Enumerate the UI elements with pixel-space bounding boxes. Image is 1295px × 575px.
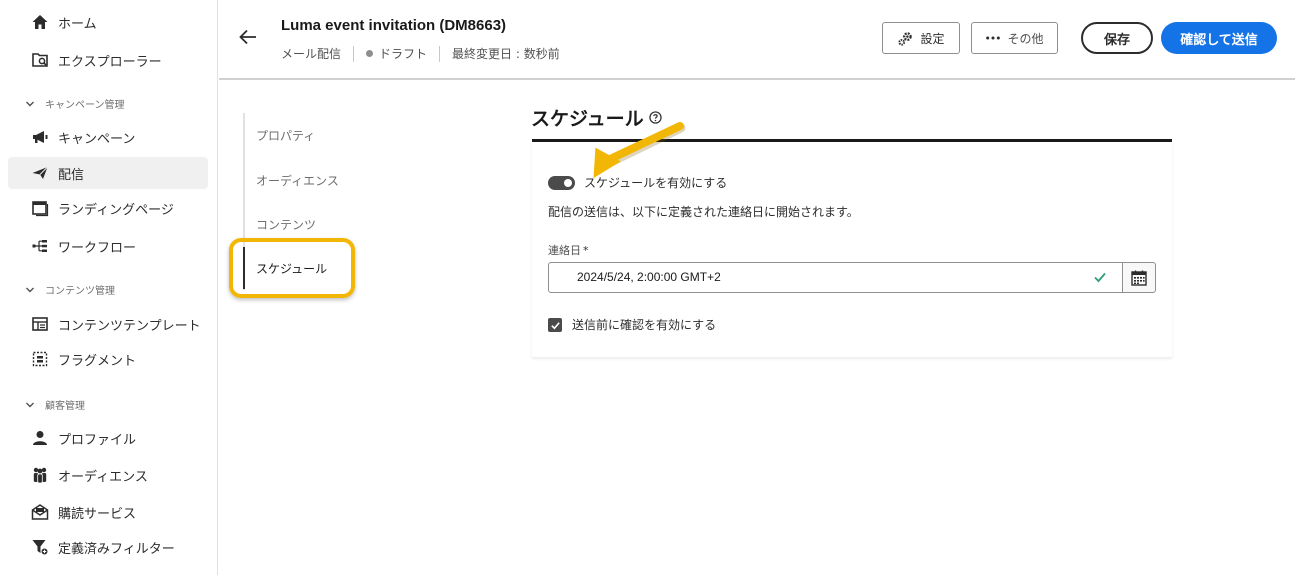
divider: [353, 45, 355, 62]
contact-date-input[interactable]: 2024/5/24, 2:00:00 GMT+2: [548, 262, 1123, 293]
workflow-icon: [31, 237, 49, 255]
fragment-icon: [31, 350, 49, 368]
chevron-down-icon: [25, 400, 35, 410]
sidebar-item-label: ワークフロー: [58, 240, 137, 256]
sidebar-item-audience[interactable]: オーディエンス: [8, 459, 208, 491]
schedule-description: 配信の送信は、以下に定義された連絡日に開始されます。: [548, 205, 859, 219]
sidebar-item-label: 配信: [58, 167, 85, 183]
contact-date-label: 連絡日 *: [548, 242, 589, 258]
calendar-button[interactable]: [1122, 262, 1156, 293]
section-title-text: スケジュール: [531, 108, 644, 130]
sidebar-item-label: 購読サービス: [58, 506, 137, 522]
sidebar-item-label: 定義済みフィルター: [58, 541, 175, 557]
step-active-indicator: [243, 247, 245, 289]
required-mark: *: [583, 244, 589, 257]
sidebar-item-home[interactable]: ホーム: [8, 6, 208, 38]
campaign-icon: [31, 128, 49, 146]
delivery-icon: [31, 164, 49, 182]
more-icon: [986, 36, 1001, 40]
section-campaign-management[interactable]: キャンペーン管理: [25, 96, 125, 111]
channel-label: メール配信: [281, 47, 342, 61]
sidebar-item-label: プロファイル: [58, 432, 137, 448]
settings-button[interactable]: 設定: [882, 22, 960, 54]
sidebar-item-label: オーディエンス: [58, 469, 148, 485]
calendar-icon: [1131, 270, 1147, 286]
header-subline: メール配信 ドラフト 最終変更日 : 数秒前: [281, 45, 560, 62]
subscription-icon: [31, 503, 49, 521]
sidebar-item-profile[interactable]: プロファイル: [8, 422, 208, 454]
confirm-before-send-checkbox[interactable]: [548, 318, 562, 332]
sidebar-item-landing-page[interactable]: ランディングページ: [8, 192, 208, 224]
section-label: キャンペーン管理: [45, 100, 125, 111]
home-icon: [31, 13, 49, 31]
confirm-before-send-label: 送信前に確認を有効にする: [572, 318, 717, 332]
header: Luma event invitation (DM8663) メール配信 ドラフ…: [219, 0, 1295, 80]
section-customer-management[interactable]: 顧客管理: [25, 397, 85, 412]
sidebar-item-delivery[interactable]: 配信: [8, 157, 208, 189]
checkmark-icon: [1094, 272, 1106, 283]
sidebar-item-fragment[interactable]: フラグメント: [8, 343, 208, 375]
more-button[interactable]: その他: [971, 22, 1058, 54]
schedule-toggle[interactable]: [548, 176, 575, 190]
explorer-icon: [31, 51, 49, 69]
page-title: Luma event invitation (DM8663): [281, 17, 507, 34]
sidebar-item-filter[interactable]: 定義済みフィルター: [8, 531, 208, 563]
landing-page-icon: [31, 199, 49, 217]
sidebar-item-label: ランディングページ: [58, 202, 174, 218]
status-dot: [366, 50, 374, 57]
settings-label: 設定: [920, 31, 945, 46]
checkmark-icon: [550, 321, 560, 329]
save-button[interactable]: 保存: [1081, 22, 1153, 54]
chevron-down-icon: [25, 285, 35, 295]
sidebar-item-subscription[interactable]: 購読サービス: [8, 496, 208, 528]
sidebar-item-content-template[interactable]: コンテンツテンプレート: [8, 308, 208, 340]
chevron-down-icon: [25, 99, 35, 109]
sidebar-item-label: ホーム: [58, 16, 97, 32]
step-audience[interactable]: オーディエンス: [256, 172, 339, 189]
section-label: 顧客管理: [45, 401, 85, 412]
sidebar-item-workflow[interactable]: ワークフロー: [8, 230, 208, 262]
step-properties[interactable]: プロパティ: [256, 127, 315, 144]
section-title: スケジュール: [531, 104, 662, 131]
sidebar-item-label: キャンペーン: [58, 131, 136, 147]
schedule-toggle-label: スケジュールを有効にする: [584, 176, 728, 190]
sidebar-item-label: コンテンツテンプレート: [58, 318, 201, 334]
help-icon[interactable]: [648, 111, 662, 124]
more-label: その他: [1007, 31, 1044, 46]
audience-icon: [31, 466, 49, 484]
step-content[interactable]: コンテンツ: [256, 216, 316, 233]
sidebar-item-explorer[interactable]: エクスプローラー: [8, 44, 208, 76]
filter-icon: [31, 538, 49, 556]
sidebar-item-campaign[interactable]: キャンペーン: [8, 121, 208, 153]
contact-date-label-text: 連絡日: [548, 244, 581, 257]
back-arrow-icon[interactable]: [237, 26, 259, 48]
review-and-send-button[interactable]: 確認して送信: [1161, 22, 1277, 54]
profile-icon: [31, 429, 49, 447]
step-schedule[interactable]: スケジュール: [256, 260, 327, 277]
sidebar-item-label: フラグメント: [58, 353, 137, 369]
status-badge: ドラフト: [379, 47, 428, 61]
section-label: コンテンツ管理: [45, 286, 115, 297]
gear-icon: [898, 31, 913, 46]
section-content-management[interactable]: コンテンツ管理: [25, 282, 115, 297]
sidebar: ホーム エクスプローラー キャンペーン管理 キャンペーン 配信 ランディングペー…: [0, 0, 218, 575]
content-template-icon: [31, 315, 49, 333]
divider: [439, 45, 441, 62]
sidebar-item-label: エクスプローラー: [58, 54, 162, 70]
last-modified: 最終変更日 : 数秒前: [452, 47, 560, 61]
